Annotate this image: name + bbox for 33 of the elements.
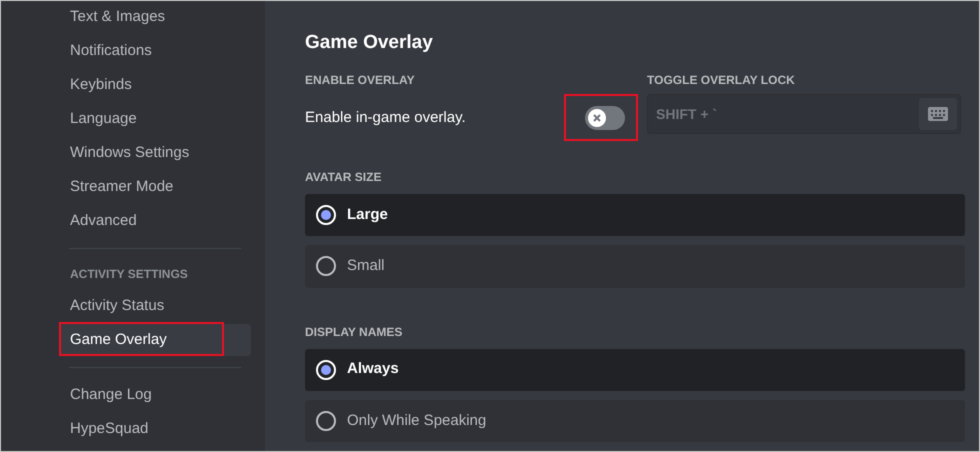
radio-option[interactable]: Large: [305, 194, 965, 236]
radio-option[interactable]: Always: [305, 348, 965, 391]
section-header: AVATAR SIZE: [305, 169, 382, 186]
option-label: Small: [347, 256, 385, 276]
section-header: TOGGLE OVERLAY LOCK: [647, 72, 796, 89]
sidebar-item[interactable]: Game Overlay: [59, 324, 251, 356]
radio-option[interactable]: Only While Speaking: [305, 400, 965, 442]
toggle-switch[interactable]: [585, 106, 625, 130]
x-icon: [588, 109, 606, 127]
radio-button[interactable]: [316, 256, 336, 276]
keyboard-icon: [928, 107, 948, 121]
sidebar-item[interactable]: Language: [59, 103, 251, 135]
radio-option[interactable]: Small: [305, 245, 965, 288]
keybind-value: SHIFT + `: [656, 104, 718, 124]
sidebar-item[interactable]: Activity Status: [59, 290, 251, 322]
option-label: Only While Speaking: [347, 410, 486, 431]
sidebar-item[interactable]: Streamer Mode: [59, 171, 251, 203]
sidebar-item[interactable]: Windows Settings: [59, 137, 251, 169]
sidebar-item[interactable]: Advanced: [59, 205, 251, 237]
sidebar-item[interactable]: Text & Images: [59, 1, 251, 33]
sidebar-item[interactable]: HypeSquad: [59, 413, 251, 445]
sidebar-item[interactable]: Keybinds: [59, 69, 251, 101]
section-header: ENABLE OVERLAY: [305, 72, 416, 89]
section-header: ACTIVITY SETTINGS: [69, 266, 189, 283]
section-header: DISPLAY NAMES: [305, 324, 404, 340]
option-label: Large: [347, 204, 388, 225]
page-title: Game Overlay: [305, 31, 434, 55]
sidebar-item[interactable]: Change Log: [59, 379, 251, 411]
sidebar-item[interactable]: Notifications: [59, 35, 251, 67]
setting-label: Enable in-game overlay.: [305, 108, 467, 128]
option-label: Always: [347, 359, 399, 380]
keyboard-button[interactable]: [919, 98, 957, 130]
radio-button[interactable]: [316, 410, 336, 431]
